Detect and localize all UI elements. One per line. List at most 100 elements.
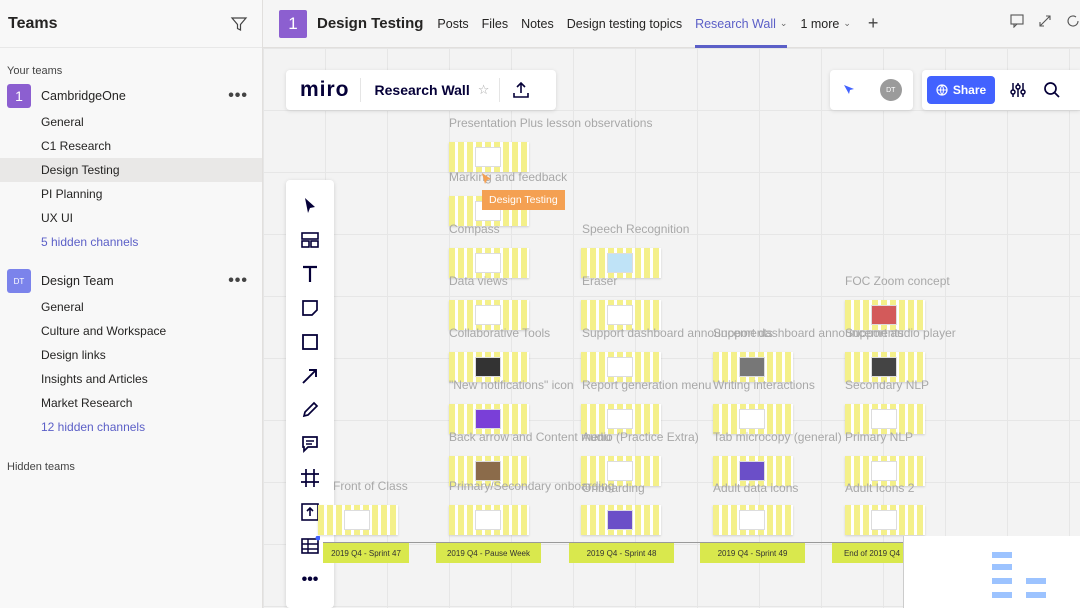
frame-label: Front of Class: [333, 479, 408, 493]
team-design-team[interactable]: DT Design Team •••: [0, 267, 262, 295]
frame-label: Eraser: [582, 274, 618, 288]
text-icon[interactable]: [300, 264, 320, 284]
collaborator-cursor-icon: [482, 173, 491, 184]
tab-design-testing-topics[interactable]: Design testing topics: [567, 0, 682, 48]
team-cambridgeone[interactable]: 1 CambridgeOne •••: [0, 82, 262, 110]
refresh-icon[interactable]: [1066, 14, 1080, 28]
chevron-down-icon: ⌄: [843, 18, 851, 28]
board-name[interactable]: Research Wall: [375, 82, 470, 98]
channel-design-links[interactable]: Design links: [0, 343, 262, 367]
screen-thumbnail: [739, 409, 765, 429]
sticky-note-icon[interactable]: [300, 298, 320, 318]
screen-thumbnail: [475, 147, 501, 167]
conversation-icon[interactable]: [1010, 14, 1024, 28]
follow-cursor-icon[interactable]: [841, 82, 857, 98]
board-title-bar: miro Research Wall ☆: [286, 70, 556, 110]
export-icon[interactable]: [512, 81, 530, 99]
your-teams-label: Your teams: [7, 65, 63, 77]
frame-label: Compass: [449, 222, 500, 236]
search-icon[interactable]: [1043, 81, 1061, 99]
hidden-channels-link[interactable]: 12 hidden channels: [0, 415, 262, 439]
channel-ux-ui[interactable]: UX UI: [0, 206, 262, 230]
channel-design-testing[interactable]: Design Testing: [0, 158, 262, 182]
tab-label: 1 more: [800, 16, 840, 31]
frame-label: Report generation menu: [582, 378, 712, 392]
share-button[interactable]: Share: [927, 76, 995, 104]
more-options-icon[interactable]: •••: [228, 272, 248, 290]
screen-thumbnail: [475, 461, 501, 481]
channel-pi-planning[interactable]: PI Planning: [0, 182, 262, 206]
settings-sliders-icon[interactable]: [1009, 81, 1027, 99]
channel-general[interactable]: General: [0, 295, 262, 319]
arrow-icon[interactable]: [300, 366, 320, 386]
screen-thumbnail: [739, 510, 765, 530]
board-actions-bar: Share: [922, 70, 1080, 110]
screen-thumbnail: [871, 510, 897, 530]
screen-thumbnail: [475, 409, 501, 429]
screen-thumbnail: [607, 461, 633, 481]
channel-c1-research[interactable]: C1 Research: [0, 134, 262, 158]
add-tab-icon[interactable]: +: [868, 13, 879, 34]
minimap-cell: [1026, 592, 1046, 598]
frame-thumbnail[interactable]: [318, 505, 398, 535]
screen-thumbnail: [739, 357, 765, 377]
select-cursor-icon[interactable]: [300, 196, 320, 216]
frame-label: Secondary NLP: [845, 378, 930, 392]
header-actions: [1010, 14, 1080, 28]
channel-insights[interactable]: Insights and Articles: [0, 367, 262, 391]
avatar[interactable]: DT: [879, 79, 902, 101]
tab-research-wall[interactable]: Research Wall ⌄: [695, 0, 788, 48]
minimap-cell: [992, 552, 1012, 558]
hidden-channels-link[interactable]: 5 hidden channels: [0, 230, 262, 254]
shape-icon[interactable]: [300, 332, 320, 352]
pen-icon[interactable]: [300, 400, 320, 420]
teams-sidebar: Teams Your teams 1 CambridgeOne ••• Gene…: [0, 0, 263, 608]
hidden-teams-label[interactable]: Hidden teams: [0, 439, 262, 473]
frame-thumbnail[interactable]: [581, 505, 661, 535]
frame-thumbnail[interactable]: [449, 142, 529, 172]
collaborator-name-tag: Design Testing: [482, 190, 565, 210]
channel-general[interactable]: General: [0, 110, 262, 134]
frame-label: Adult data icons: [713, 481, 799, 495]
frame-thumbnail[interactable]: [713, 505, 793, 535]
channel-avatar: 1: [279, 9, 307, 38]
tab-more[interactable]: 1 more ⌄: [800, 0, 850, 48]
sprint-label: 2019 Q4 - Pause Week: [436, 543, 541, 563]
star-icon[interactable]: ☆: [478, 82, 490, 98]
divider: [499, 78, 501, 102]
tab-posts[interactable]: Posts: [437, 0, 468, 48]
expand-icon[interactable]: [1038, 14, 1052, 28]
miro-logo[interactable]: miro: [300, 78, 350, 102]
sprint-label: 2019 Q4 - Sprint 48: [569, 543, 674, 563]
screen-thumbnail: [475, 253, 501, 273]
screen-thumbnail: [871, 461, 897, 481]
more-options-icon[interactable]: •••: [228, 87, 248, 105]
frame-label: "New notifications" icon: [449, 378, 574, 392]
minimap-cell: [992, 578, 1012, 584]
filter-icon[interactable]: [230, 15, 248, 33]
table-icon[interactable]: [300, 536, 320, 556]
comment-icon[interactable]: [300, 434, 320, 454]
tab-files[interactable]: Files: [482, 0, 508, 48]
globe-icon: [936, 84, 948, 96]
screen-thumbnail: [607, 357, 633, 377]
frame-thumbnail[interactable]: [449, 505, 529, 535]
screen-thumbnail: [475, 510, 501, 530]
channel-header: 1 Design Testing Posts Files Notes Desig…: [263, 0, 1080, 48]
team-name: CambridgeOne: [41, 89, 126, 103]
templates-icon[interactable]: [300, 230, 320, 250]
tab-notes[interactable]: Notes: [521, 0, 554, 48]
upload-icon[interactable]: [300, 502, 320, 522]
channel-culture[interactable]: Culture and Workspace: [0, 319, 262, 343]
miro-board-canvas[interactable]: miro Research Wall ☆ DT Share ••• Presen…: [263, 48, 1080, 608]
frame-icon[interactable]: [300, 468, 320, 488]
minimap[interactable]: [903, 536, 1080, 608]
more-tools-icon[interactable]: •••: [300, 570, 320, 590]
screen-thumbnail: [607, 253, 633, 273]
frame-label: Tab microcopy (general): [713, 430, 842, 444]
channel-market-research[interactable]: Market Research: [0, 391, 262, 415]
team-avatar: 1: [7, 84, 31, 108]
frame-thumbnail[interactable]: [845, 505, 925, 535]
minimap-cell: [1026, 578, 1046, 584]
frame-label: Audio (Practice Extra): [582, 430, 699, 444]
